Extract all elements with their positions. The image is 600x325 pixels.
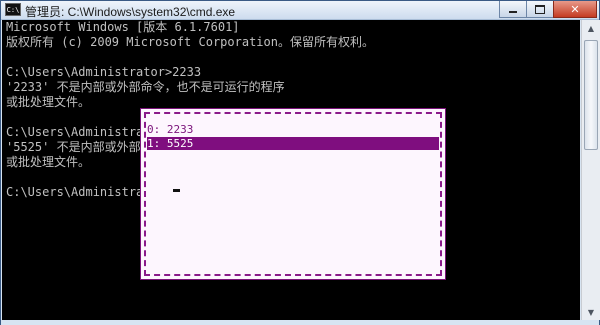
- history-item[interactable]: 0: 2233: [147, 123, 439, 136]
- console-line: Microsoft Windows [版本 6.1.7601]: [6, 20, 240, 34]
- window-bottom-border: [1, 320, 599, 325]
- vertical-scrollbar[interactable]: ▲ ▼: [581, 20, 600, 320]
- minimize-button[interactable]: [499, 1, 527, 18]
- window-title: 管理员: C:\Windows\system32\cmd.exe: [25, 5, 236, 19]
- close-icon: ✕: [570, 2, 580, 16]
- console-line: '2233' 不是内部或外部命令，也不是可运行的程序: [6, 80, 285, 94]
- caption-buttons: ✕: [499, 1, 597, 19]
- console-line: 或批处理文件。: [6, 95, 91, 109]
- console-line: 版权所有 (c) 2009 Microsoft Corporation。保留所有…: [6, 35, 374, 49]
- scrollbar-thumb[interactable]: [584, 40, 598, 150]
- maximize-icon: [535, 4, 545, 14]
- history-item-selected[interactable]: 1: 5525: [147, 137, 439, 150]
- close-button[interactable]: ✕: [553, 1, 597, 18]
- maximize-button[interactable]: [526, 1, 554, 18]
- title-bar[interactable]: C:\ 管理员: C:\Windows\system32\cmd.exe ✕: [1, 1, 599, 20]
- cmd-icon[interactable]: C:\: [5, 3, 21, 16]
- cmd-window: C:\ 管理员: C:\Windows\system32\cmd.exe ✕ M…: [0, 0, 600, 325]
- console-line: 或批处理文件。: [6, 155, 91, 169]
- console-line: C:\Users\Administrator>2233: [6, 65, 202, 79]
- scroll-up-icon[interactable]: ▲: [582, 20, 600, 36]
- minimize-icon: [509, 11, 517, 13]
- text-cursor: [173, 189, 180, 192]
- scroll-down-icon[interactable]: ▼: [582, 304, 600, 320]
- command-history-popup[interactable]: 0: 2233 1: 5525: [140, 108, 446, 280]
